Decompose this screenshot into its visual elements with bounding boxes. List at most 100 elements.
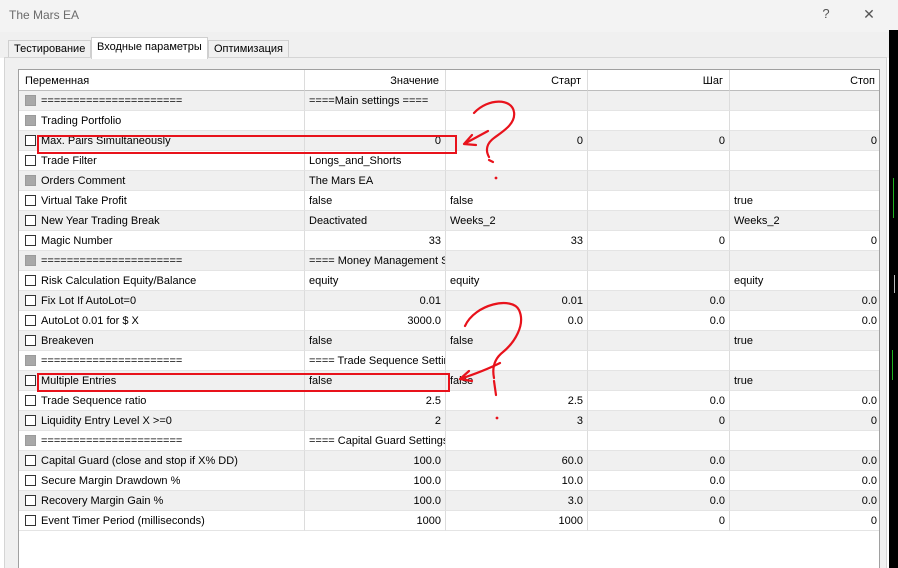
parameter-step-cell[interactable]: 0.0 (588, 491, 730, 511)
parameter-start-cell[interactable] (446, 91, 588, 111)
table-row[interactable]: ====================== ====Main settings … (19, 91, 879, 111)
parameter-value-cell[interactable]: 2.5 (305, 391, 446, 411)
parameter-step-cell[interactable] (588, 251, 730, 271)
parameter-step-cell[interactable]: 0.0 (588, 471, 730, 491)
parameter-stop-cell[interactable] (730, 111, 879, 131)
parameter-stop-cell[interactable] (730, 431, 879, 451)
table-row[interactable]: Multiple Entries false false true (19, 371, 879, 391)
parameter-start-cell[interactable]: false (446, 371, 588, 391)
parameter-value-cell[interactable]: 33 (305, 231, 446, 251)
parameter-value-cell[interactable]: 100.0 (305, 451, 446, 471)
tab-testing[interactable]: Тестирование (8, 40, 92, 58)
checkbox-icon[interactable] (25, 295, 36, 306)
parameter-start-cell[interactable] (446, 171, 588, 191)
table-row[interactable]: Trading Portfolio (19, 111, 879, 131)
table-row[interactable]: Trade Sequence ratio 2.5 2.5 0.0 0.0 (19, 391, 879, 411)
parameter-stop-cell[interactable]: true (730, 371, 879, 391)
parameter-step-cell[interactable] (588, 431, 730, 451)
parameter-start-cell[interactable]: 0.0 (446, 311, 588, 331)
table-row[interactable]: Fix Lot If AutoLot=0 0.01 0.01 0.0 0.0 (19, 291, 879, 311)
table-row[interactable]: Capital Guard (close and stop if X% DD) 1… (19, 451, 879, 471)
parameter-step-cell[interactable] (588, 171, 730, 191)
parameter-stop-cell[interactable]: equity (730, 271, 879, 291)
parameter-start-cell[interactable]: false (446, 191, 588, 211)
parameter-stop-cell[interactable]: 0.0 (730, 471, 879, 491)
parameter-value-cell[interactable]: false (305, 191, 446, 211)
table-row[interactable]: Magic Number 33 33 0 0 (19, 231, 879, 251)
parameter-stop-cell[interactable]: 0.0 (730, 451, 879, 471)
parameter-step-cell[interactable] (588, 351, 730, 371)
parameter-step-cell[interactable]: 0.0 (588, 291, 730, 311)
parameter-step-cell[interactable] (588, 211, 730, 231)
table-row[interactable]: Breakeven false false true (19, 331, 879, 351)
parameter-value-cell[interactable]: ==== Capital Guard Settings ==== (305, 431, 446, 451)
parameter-start-cell[interactable]: 0.01 (446, 291, 588, 311)
table-row[interactable]: Event Timer Period (milliseconds) 1000 100… (19, 511, 879, 531)
checkbox-icon[interactable] (25, 155, 36, 166)
parameter-stop-cell[interactable] (730, 351, 879, 371)
parameter-start-cell[interactable]: 2.5 (446, 391, 588, 411)
table-row[interactable]: Trade Filter Longs_and_Shorts (19, 151, 879, 171)
parameter-step-cell[interactable]: 0.0 (588, 451, 730, 471)
parameter-start-cell[interactable]: false (446, 331, 588, 351)
parameter-stop-cell[interactable] (730, 91, 879, 111)
parameter-start-cell[interactable]: 3.0 (446, 491, 588, 511)
parameter-value-cell[interactable]: 0 (305, 131, 446, 151)
parameter-start-cell[interactable]: 60.0 (446, 451, 588, 471)
parameter-step-cell[interactable]: 0 (588, 411, 730, 431)
checkbox-icon[interactable] (25, 315, 36, 326)
parameter-start-cell[interactable]: 0 (446, 131, 588, 151)
checkbox-icon[interactable] (25, 135, 36, 146)
checkbox-icon[interactable] (25, 415, 36, 426)
parameter-stop-cell[interactable] (730, 151, 879, 171)
table-row[interactable]: ====================== ==== Capital Guard… (19, 431, 879, 451)
table-row[interactable]: ====================== ==== Trade Sequenc… (19, 351, 879, 371)
parameter-stop-cell[interactable]: 0 (730, 511, 879, 531)
tab-optimization[interactable]: Оптимизация (208, 40, 289, 58)
parameter-stop-cell[interactable]: true (730, 191, 879, 211)
parameter-value-cell[interactable]: 100.0 (305, 491, 446, 511)
parameter-step-cell[interactable]: 0.0 (588, 391, 730, 411)
parameter-value-cell[interactable]: ==== Trade Sequence Settings ==== (305, 351, 446, 371)
parameter-value-cell[interactable]: equity (305, 271, 446, 291)
checkbox-icon[interactable] (25, 335, 36, 346)
column-header-stop[interactable]: Стоп (730, 70, 879, 91)
checkbox-icon[interactable] (25, 375, 36, 386)
parameter-value-cell[interactable]: The Mars EA (305, 171, 446, 191)
column-header-step[interactable]: Шаг (588, 70, 730, 91)
table-row[interactable]: Secure Margin Drawdown % 100.0 10.0 0.0 0.0 (19, 471, 879, 491)
table-row[interactable]: AutoLot 0.01 for $ X 3000.0 0.0 0.0 0.0 (19, 311, 879, 331)
column-header-start[interactable]: Старт (446, 70, 588, 91)
parameter-start-cell[interactable]: equity (446, 271, 588, 291)
parameter-value-cell[interactable]: 1000 (305, 511, 446, 531)
parameter-value-cell[interactable] (305, 111, 446, 131)
parameter-step-cell[interactable] (588, 111, 730, 131)
parameter-value-cell[interactable]: 0.01 (305, 291, 446, 311)
parameter-step-cell[interactable] (588, 151, 730, 171)
parameter-stop-cell[interactable]: 0 (730, 231, 879, 251)
checkbox-icon[interactable] (25, 235, 36, 246)
column-header-variable[interactable]: Переменная (19, 70, 305, 91)
help-icon[interactable]: ? (819, 6, 833, 21)
checkbox-icon[interactable] (25, 475, 36, 486)
parameter-stop-cell[interactable]: 0.0 (730, 291, 879, 311)
parameter-start-cell[interactable] (446, 111, 588, 131)
table-row[interactable]: ====================== ==== Money Managem… (19, 251, 879, 271)
parameter-start-cell[interactable] (446, 151, 588, 171)
parameter-value-cell[interactable]: 2 (305, 411, 446, 431)
checkbox-icon[interactable] (25, 195, 36, 206)
parameter-value-cell[interactable]: false (305, 331, 446, 351)
checkbox-icon[interactable] (25, 455, 36, 466)
parameter-value-cell[interactable]: 3000.0 (305, 311, 446, 331)
parameter-value-cell[interactable]: ==== Money Management Settings ==== (305, 251, 446, 271)
parameter-value-cell[interactable]: ====Main settings ==== (305, 91, 446, 111)
parameter-start-cell[interactable] (446, 351, 588, 371)
table-row[interactable]: Liquidity Entry Level X >=0 2 3 0 0 (19, 411, 879, 431)
parameter-value-cell[interactable]: Deactivated (305, 211, 446, 231)
checkbox-icon[interactable] (25, 395, 36, 406)
parameter-start-cell[interactable] (446, 251, 588, 271)
parameter-start-cell[interactable]: 1000 (446, 511, 588, 531)
parameter-step-cell[interactable] (588, 271, 730, 291)
table-row[interactable]: Virtual Take Profit false false true (19, 191, 879, 211)
column-header-value[interactable]: Значение (305, 70, 446, 91)
